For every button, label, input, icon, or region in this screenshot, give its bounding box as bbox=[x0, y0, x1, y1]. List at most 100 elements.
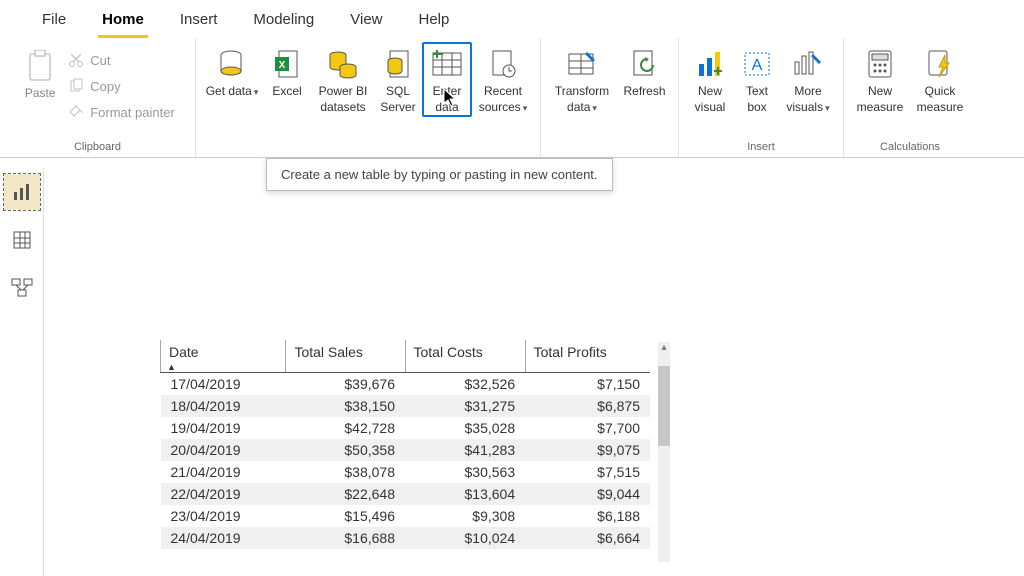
svg-text:X: X bbox=[279, 60, 286, 71]
report-view-icon bbox=[12, 182, 32, 202]
table-cell: $38,078 bbox=[286, 461, 405, 483]
text-box-button[interactable]: A Text box bbox=[735, 42, 779, 115]
paste-label: Paste bbox=[25, 86, 56, 100]
excel-button[interactable]: X Excel bbox=[262, 42, 312, 100]
table-cell: 24/04/2019 bbox=[161, 527, 286, 549]
group-insert-label: Insert bbox=[747, 141, 775, 155]
excel-icon: X bbox=[271, 48, 303, 80]
col-total-profits[interactable]: Total Profits bbox=[525, 340, 650, 373]
refresh-button[interactable]: Refresh bbox=[617, 42, 672, 100]
tab-home[interactable]: Home bbox=[84, 0, 162, 38]
group-queries: Transform data▾ Refresh bbox=[541, 38, 679, 157]
sort-asc-icon: ▲ bbox=[167, 362, 176, 372]
enter-data-icon bbox=[431, 48, 463, 80]
table-scrollbar[interactable]: ▴ bbox=[658, 342, 670, 562]
tab-insert[interactable]: Insert bbox=[162, 0, 236, 38]
table-cell: $7,700 bbox=[525, 417, 650, 439]
table-cell: $6,664 bbox=[525, 527, 650, 549]
table-cell: $9,044 bbox=[525, 483, 650, 505]
table-cell: $7,515 bbox=[525, 461, 650, 483]
get-data-button[interactable]: Get data▾ bbox=[202, 42, 262, 100]
more-visuals-button[interactable]: More visuals▾ bbox=[779, 42, 837, 115]
table-cell: $38,150 bbox=[286, 395, 405, 417]
report-canvas[interactable]: Date▲ Total Sales Total Costs Total Prof… bbox=[44, 168, 1024, 576]
table-header-row: Date▲ Total Sales Total Costs Total Prof… bbox=[161, 340, 651, 373]
group-calc-label: Calculations bbox=[880, 141, 940, 155]
table-cell: $7,150 bbox=[525, 373, 650, 396]
tab-file[interactable]: File bbox=[24, 0, 84, 38]
table-cell: 20/04/2019 bbox=[161, 439, 286, 461]
new-visual-button[interactable]: New visual bbox=[685, 42, 735, 115]
group-clipboard: Paste Cut Copy Format painter Clipboard bbox=[0, 38, 196, 157]
col-total-sales[interactable]: Total Sales bbox=[286, 340, 405, 373]
clipboard-icon bbox=[25, 48, 55, 84]
tab-modeling[interactable]: Modeling bbox=[235, 0, 332, 38]
recent-icon bbox=[487, 48, 519, 80]
calculator-icon bbox=[864, 48, 896, 80]
table-cell: $16,688 bbox=[286, 527, 405, 549]
view-bar bbox=[0, 168, 44, 576]
format-painter-button[interactable]: Format painter bbox=[68, 100, 175, 124]
table-cell: $22,648 bbox=[286, 483, 405, 505]
tab-help[interactable]: Help bbox=[401, 0, 468, 38]
transform-icon bbox=[566, 48, 598, 80]
table-cell: 18/04/2019 bbox=[161, 395, 286, 417]
tab-view[interactable]: View bbox=[332, 0, 400, 38]
cut-button[interactable]: Cut bbox=[68, 48, 175, 72]
table-row[interactable]: 20/04/2019$50,358$41,283$9,075 bbox=[161, 439, 651, 461]
table-cell: 22/04/2019 bbox=[161, 483, 286, 505]
chevron-down-icon: ▾ bbox=[825, 103, 830, 113]
table-cell: $13,604 bbox=[405, 483, 525, 505]
model-view-button[interactable] bbox=[4, 270, 40, 306]
sql-server-button[interactable]: SQL Server bbox=[374, 42, 422, 115]
col-date[interactable]: Date▲ bbox=[161, 340, 286, 373]
table-cell: 17/04/2019 bbox=[161, 373, 286, 396]
table-row[interactable]: 22/04/2019$22,648$13,604$9,044 bbox=[161, 483, 651, 505]
svg-text:A: A bbox=[752, 57, 763, 74]
table-row[interactable]: 19/04/2019$42,728$35,028$7,700 bbox=[161, 417, 651, 439]
data-view-button[interactable] bbox=[4, 222, 40, 258]
scroll-up-icon[interactable]: ▴ bbox=[658, 342, 670, 354]
table-cell: $39,676 bbox=[286, 373, 405, 396]
database-icon bbox=[216, 48, 248, 80]
table-cell: $32,526 bbox=[405, 373, 525, 396]
chevron-down-icon: ▾ bbox=[523, 103, 528, 113]
report-view-button[interactable] bbox=[4, 174, 40, 210]
copy-button[interactable]: Copy bbox=[68, 74, 175, 98]
table-cell: $6,875 bbox=[525, 395, 650, 417]
group-clipboard-label: Clipboard bbox=[74, 141, 121, 155]
table-row[interactable]: 23/04/2019$15,496$9,308$6,188 bbox=[161, 505, 651, 527]
pbi-datasets-button[interactable]: Power BI datasets bbox=[312, 42, 374, 115]
table-cell: 21/04/2019 bbox=[161, 461, 286, 483]
group-insert: New visual A Text box More visuals▾ Inse… bbox=[679, 38, 844, 157]
quick-measure-button[interactable]: Quick measure bbox=[910, 42, 970, 115]
model-view-icon bbox=[11, 278, 33, 298]
paste-button[interactable]: Paste bbox=[16, 42, 64, 100]
table-cell: 19/04/2019 bbox=[161, 417, 286, 439]
table-visual[interactable]: Date▲ Total Sales Total Costs Total Prof… bbox=[160, 340, 650, 549]
table-cell: $35,028 bbox=[405, 417, 525, 439]
table-row[interactable]: 21/04/2019$38,078$30,563$7,515 bbox=[161, 461, 651, 483]
table-row[interactable]: 17/04/2019$39,676$32,526$7,150 bbox=[161, 373, 651, 396]
more-visuals-icon bbox=[792, 48, 824, 80]
col-total-costs[interactable]: Total Costs bbox=[405, 340, 525, 373]
table-row[interactable]: 24/04/2019$16,688$10,024$6,664 bbox=[161, 527, 651, 549]
table-cell: $31,275 bbox=[405, 395, 525, 417]
table-cell: $6,188 bbox=[525, 505, 650, 527]
new-measure-button[interactable]: New measure bbox=[850, 42, 910, 115]
chart-icon bbox=[694, 48, 726, 80]
scroll-thumb[interactable] bbox=[658, 366, 670, 446]
enter-data-button[interactable]: Enter data bbox=[422, 42, 472, 117]
quick-measure-icon bbox=[924, 48, 956, 80]
table-cell: $42,728 bbox=[286, 417, 405, 439]
table-cell: $10,024 bbox=[405, 527, 525, 549]
transform-data-button[interactable]: Transform data▾ bbox=[547, 42, 617, 115]
table-row[interactable]: 18/04/2019$38,150$31,275$6,875 bbox=[161, 395, 651, 417]
table-cell: $30,563 bbox=[405, 461, 525, 483]
table-cell: 23/04/2019 bbox=[161, 505, 286, 527]
tooltip: Create a new table by typing or pasting … bbox=[266, 158, 613, 191]
table-cell: $50,358 bbox=[286, 439, 405, 461]
menu-tabs: File Home Insert Modeling View Help bbox=[0, 0, 1024, 38]
recent-sources-button[interactable]: Recent sources▾ bbox=[472, 42, 534, 115]
chevron-down-icon: ▾ bbox=[592, 103, 597, 113]
